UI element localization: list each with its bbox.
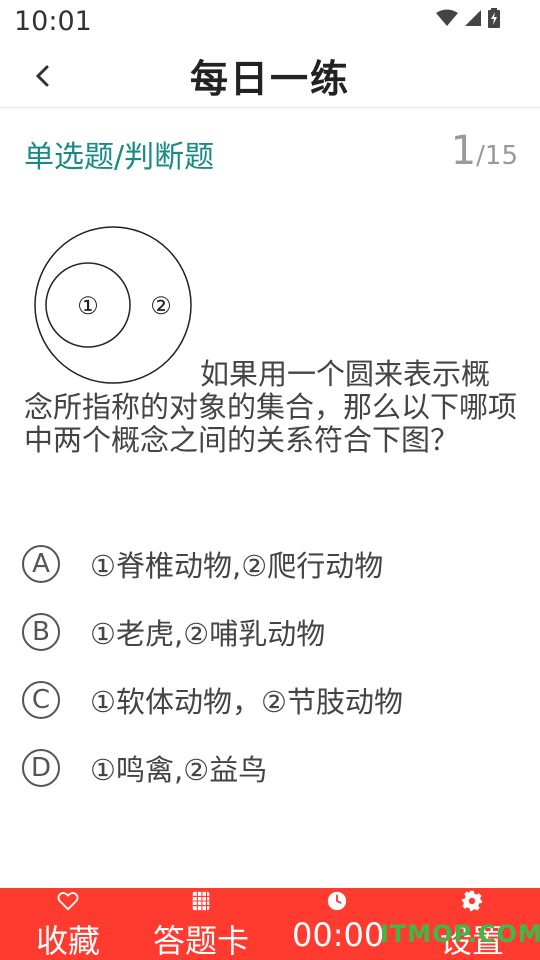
option-b-text: ①老虎,②哺乳动物 [90,617,326,651]
option-a-text: ①脊椎动物,②爬行动物 [90,549,384,583]
favorite-button[interactable]: 收藏 [20,888,116,960]
option-c-text: ①软体动物，②节肢动物 [90,685,403,719]
answer-card-label: 答题卡 [152,922,249,960]
gear-icon [461,890,483,912]
option-b[interactable]: B ①老虎,②哺乳动物 [22,610,522,654]
page-title: 每日一练 [189,57,350,101]
question-text: 如果用一个圆来表示概念所指称的对象的集合，那么以下哪项中两个概念之间的关系符合下… [24,357,518,457]
option-a[interactable]: A ①脊椎动物,②爬行动物 [22,542,522,586]
battery-icon [488,8,500,28]
option-a-letter: A [22,545,60,583]
diagram-outer-label: ② [150,292,172,320]
status-bar: 10:01 [0,0,540,44]
status-icons [436,8,500,28]
clock-icon [327,891,347,911]
grid-card-icon [192,891,210,911]
favorite-label: 收藏 [35,922,100,960]
answer-card-button[interactable]: 答题卡 [146,888,256,960]
question-counter: 1/15 [451,128,518,174]
option-d-text: ①鸣禽,②益鸟 [90,753,268,787]
question-text-block: 如果用一个圆来表示概念所指称的对象的集合，那么以下哪项中两个概念之间的关系符合下… [24,358,518,457]
option-d-letter: D [22,749,60,787]
signal-icon [465,10,481,26]
total-questions: /15 [476,141,518,171]
diagram-inner-label: ① [77,292,99,320]
heart-icon [57,892,79,911]
option-c[interactable]: C ①软体动物，②节肢动物 [22,678,522,722]
question-type: 单选题/判断题 [24,140,215,175]
option-b-letter: B [22,613,60,651]
current-question-number: 1 [450,128,477,174]
option-d[interactable]: D ①鸣禽,②益鸟 [22,746,522,790]
status-time: 10:01 [14,6,92,37]
watermark: ITMOP.COM [380,920,540,948]
wifi-icon [436,9,458,26]
option-c-letter: C [22,681,60,719]
timer: 00:00 [292,888,385,960]
timer-label: 00:00 [292,916,385,954]
app-header: 每日一练 [0,44,540,108]
